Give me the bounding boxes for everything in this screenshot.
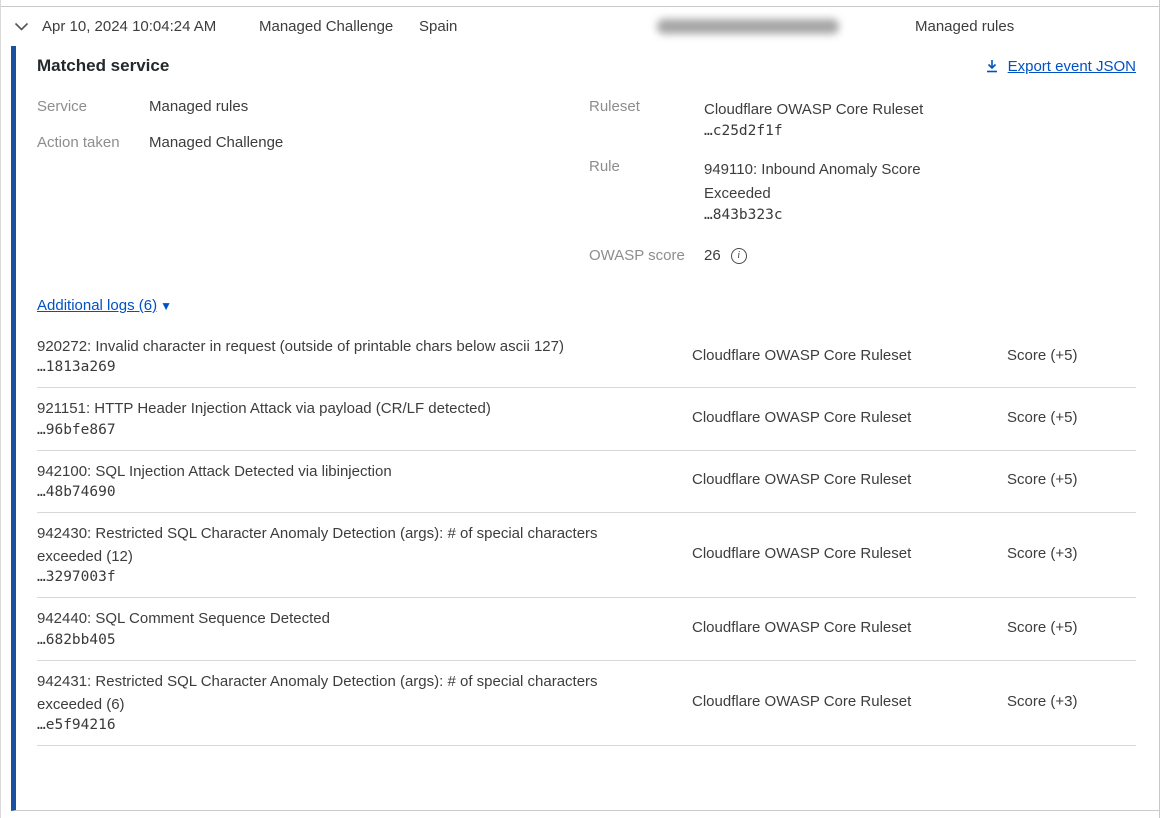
log-rule-description: 942100: SQL Injection Attack Detected vi… (37, 460, 637, 483)
owasp-score-row: OWASP score 26 i (589, 247, 1136, 264)
service-label: Service (37, 98, 149, 115)
export-link-label: Export event JSON (1008, 58, 1136, 75)
log-rule-id-hash: …1813a269 (37, 359, 672, 375)
firewall-event-panel: Apr 10, 2024 10:04:24 AM Managed Challen… (0, 0, 1160, 818)
log-ruleset-name: Cloudflare OWASP Core Ruleset (692, 619, 1007, 636)
log-rule-id-hash: …96bfe867 (37, 422, 672, 438)
log-score: Score (+5) (1007, 347, 1136, 364)
action-taken-label: Action taken (37, 134, 149, 151)
collapse-row-button[interactable] (1, 22, 29, 31)
export-event-json-link[interactable]: Export event JSON (984, 58, 1136, 75)
download-icon (984, 58, 1000, 74)
ruleset-value: Cloudflare OWASP Core Ruleset (704, 98, 923, 122)
service-value: Managed rules (149, 98, 248, 115)
event-action: Managed Challenge (259, 18, 419, 35)
log-ruleset-name: Cloudflare OWASP Core Ruleset (692, 409, 1007, 426)
rule-row: Rule 949110: Inbound Anomaly Score Excee… (589, 158, 1136, 223)
ruleset-row: Ruleset Cloudflare OWASP Core Ruleset …c… (589, 98, 1136, 139)
log-rule-id-hash: …3297003f (37, 569, 672, 585)
ruleset-label: Ruleset (589, 98, 704, 139)
action-taken-value: Managed Challenge (149, 134, 283, 151)
service-row: Service Managed rules (37, 98, 589, 115)
log-rule-id-hash: …682bb405 (37, 632, 672, 648)
additional-logs-table: 920272: Invalid character in request (ou… (37, 326, 1136, 746)
log-ruleset-name: Cloudflare OWASP Core Ruleset (692, 347, 1007, 364)
redacted-value (657, 19, 839, 34)
owasp-score-label: OWASP score (589, 247, 704, 264)
event-country: Spain (419, 18, 657, 35)
log-ruleset-name: Cloudflare OWASP Core Ruleset (692, 545, 1007, 562)
page-title: Matched service (37, 56, 169, 76)
log-score: Score (+5) (1007, 409, 1136, 426)
owasp-score-value: 26 (704, 247, 721, 264)
log-table-row: 920272: Invalid character in request (ou… (37, 326, 1136, 388)
details-left-column: Service Managed rules Action taken Manag… (37, 98, 589, 283)
log-rule-description: 942430: Restricted SQL Character Anomaly… (37, 522, 637, 569)
rule-id-hash: …843b323c (704, 207, 944, 223)
log-score: Score (+5) (1007, 471, 1136, 488)
details-right-column: Ruleset Cloudflare OWASP Core Ruleset …c… (589, 98, 1136, 283)
log-rule-id-hash: …48b74690 (37, 484, 672, 500)
event-service: Managed rules (915, 18, 1014, 35)
panel-header: Matched service Export event JSON (37, 56, 1136, 76)
log-rule-id-hash: …e5f94216 (37, 717, 672, 733)
caret-down-icon: ▼ (160, 299, 172, 313)
ruleset-id-hash: …c25d2f1f (704, 123, 923, 139)
log-score: Score (+3) (1007, 693, 1136, 710)
event-timestamp: Apr 10, 2024 10:04:24 AM (29, 18, 259, 35)
additional-logs-toggle[interactable]: Additional logs (6) ▼ (37, 297, 172, 314)
log-ruleset-name: Cloudflare OWASP Core Ruleset (692, 471, 1007, 488)
rule-label: Rule (589, 158, 704, 223)
event-summary-row[interactable]: Apr 10, 2024 10:04:24 AM Managed Challen… (1, 7, 1159, 46)
log-rule-description: 920272: Invalid character in request (ou… (37, 335, 637, 358)
log-table-row: 921151: HTTP Header Injection Attack via… (37, 388, 1136, 450)
rule-value: 949110: Inbound Anomaly Score Exceeded (704, 158, 944, 206)
log-rule-description: 942440: SQL Comment Sequence Detected (37, 607, 637, 630)
additional-logs-label: Additional logs (6) (37, 297, 157, 314)
log-ruleset-name: Cloudflare OWASP Core Ruleset (692, 693, 1007, 710)
log-table-row: 942440: SQL Comment Sequence Detected …6… (37, 598, 1136, 660)
matched-service-details: Service Managed rules Action taken Manag… (37, 98, 1136, 283)
table-top-divider (1, 0, 1159, 7)
log-table-row: 942430: Restricted SQL Character Anomaly… (37, 513, 1136, 599)
event-host-redacted (657, 19, 857, 34)
log-rule-description: 921151: HTTP Header Injection Attack via… (37, 397, 637, 420)
event-detail-panel: Matched service Export event JSON Servic… (11, 46, 1159, 811)
log-score: Score (+3) (1007, 545, 1136, 562)
info-icon[interactable]: i (731, 248, 747, 264)
chevron-down-icon (14, 22, 29, 31)
action-taken-row: Action taken Managed Challenge (37, 134, 589, 151)
log-table-row: 942431: Restricted SQL Character Anomaly… (37, 661, 1136, 747)
log-rule-description: 942431: Restricted SQL Character Anomaly… (37, 670, 637, 717)
log-table-row: 942100: SQL Injection Attack Detected vi… (37, 451, 1136, 513)
log-score: Score (+5) (1007, 619, 1136, 636)
